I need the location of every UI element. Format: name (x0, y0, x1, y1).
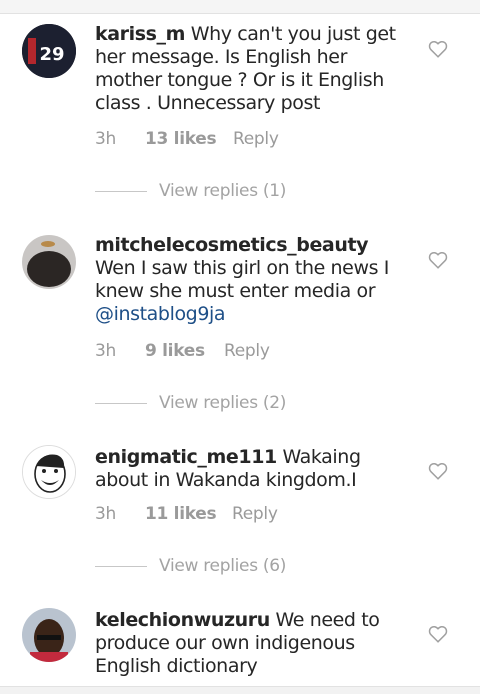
reply-button[interactable]: Reply (224, 341, 270, 361)
view-replies-button[interactable]: View replies (2) (95, 393, 286, 413)
divider-line (95, 565, 147, 567)
comment-time: 3h (95, 504, 116, 524)
avatar[interactable] (22, 445, 76, 499)
comment-text: enigmatic_me111 Wakaing about in Wakanda… (95, 446, 415, 492)
view-replies-label[interactable]: View replies (2) (159, 393, 286, 413)
comment-time: 3h (95, 129, 116, 149)
comment-meta: 3h 11 likes Reply (95, 504, 278, 524)
reply-button[interactable]: Reply (232, 504, 278, 524)
mention-link[interactable]: @instablog9ja (95, 303, 226, 325)
avatar-image: 29 (22, 24, 76, 78)
comment-username[interactable]: kelechionwuzuru (95, 609, 270, 631)
heart-outline-icon[interactable] (428, 625, 448, 643)
heart-outline-icon[interactable] (428, 251, 448, 269)
comment-text: kariss_m Why can't you just get her mess… (95, 23, 415, 115)
comment-likes[interactable]: 13 likes (145, 129, 233, 149)
comment-likes[interactable]: 9 likes (145, 341, 224, 361)
comment-username[interactable]: mitchelecosmetics_beauty (95, 234, 369, 256)
comment-username[interactable]: enigmatic_me111 (95, 446, 277, 468)
avatar[interactable]: 29 (22, 24, 76, 78)
avatar-image (22, 608, 76, 662)
heart-outline-icon[interactable] (428, 40, 448, 58)
comment-time: 3h (95, 341, 116, 361)
reply-button[interactable]: Reply (233, 129, 279, 149)
avatar-image (23, 446, 75, 498)
comment-text: kelechionwuzuru We need to produce our o… (95, 609, 415, 678)
avatar-image (22, 235, 76, 289)
comment-likes[interactable]: 11 likes (145, 504, 232, 524)
avatar[interactable] (22, 608, 76, 662)
bottom-edge (0, 686, 480, 694)
view-replies-label[interactable]: View replies (6) (159, 556, 286, 576)
view-replies-button[interactable]: View replies (1) (95, 181, 286, 201)
comment-meta: 3h 9 likes Reply (95, 341, 270, 361)
heart-outline-icon[interactable] (428, 462, 448, 480)
divider-line (95, 402, 147, 404)
comment-meta: 3h 13 likes Reply (95, 129, 279, 149)
divider-line (95, 190, 147, 192)
top-edge (0, 0, 480, 14)
avatar-number: 29 (39, 44, 64, 65)
view-replies-button[interactable]: View replies (6) (95, 556, 286, 576)
comment-body: Wen I saw this girl on the news I knew s… (95, 257, 389, 302)
comment-text: mitchelecosmetics_beauty Wen I saw this … (95, 234, 415, 326)
comment-username[interactable]: kariss_m (95, 23, 185, 45)
view-replies-label[interactable]: View replies (1) (159, 181, 286, 201)
avatar[interactable] (22, 235, 76, 289)
